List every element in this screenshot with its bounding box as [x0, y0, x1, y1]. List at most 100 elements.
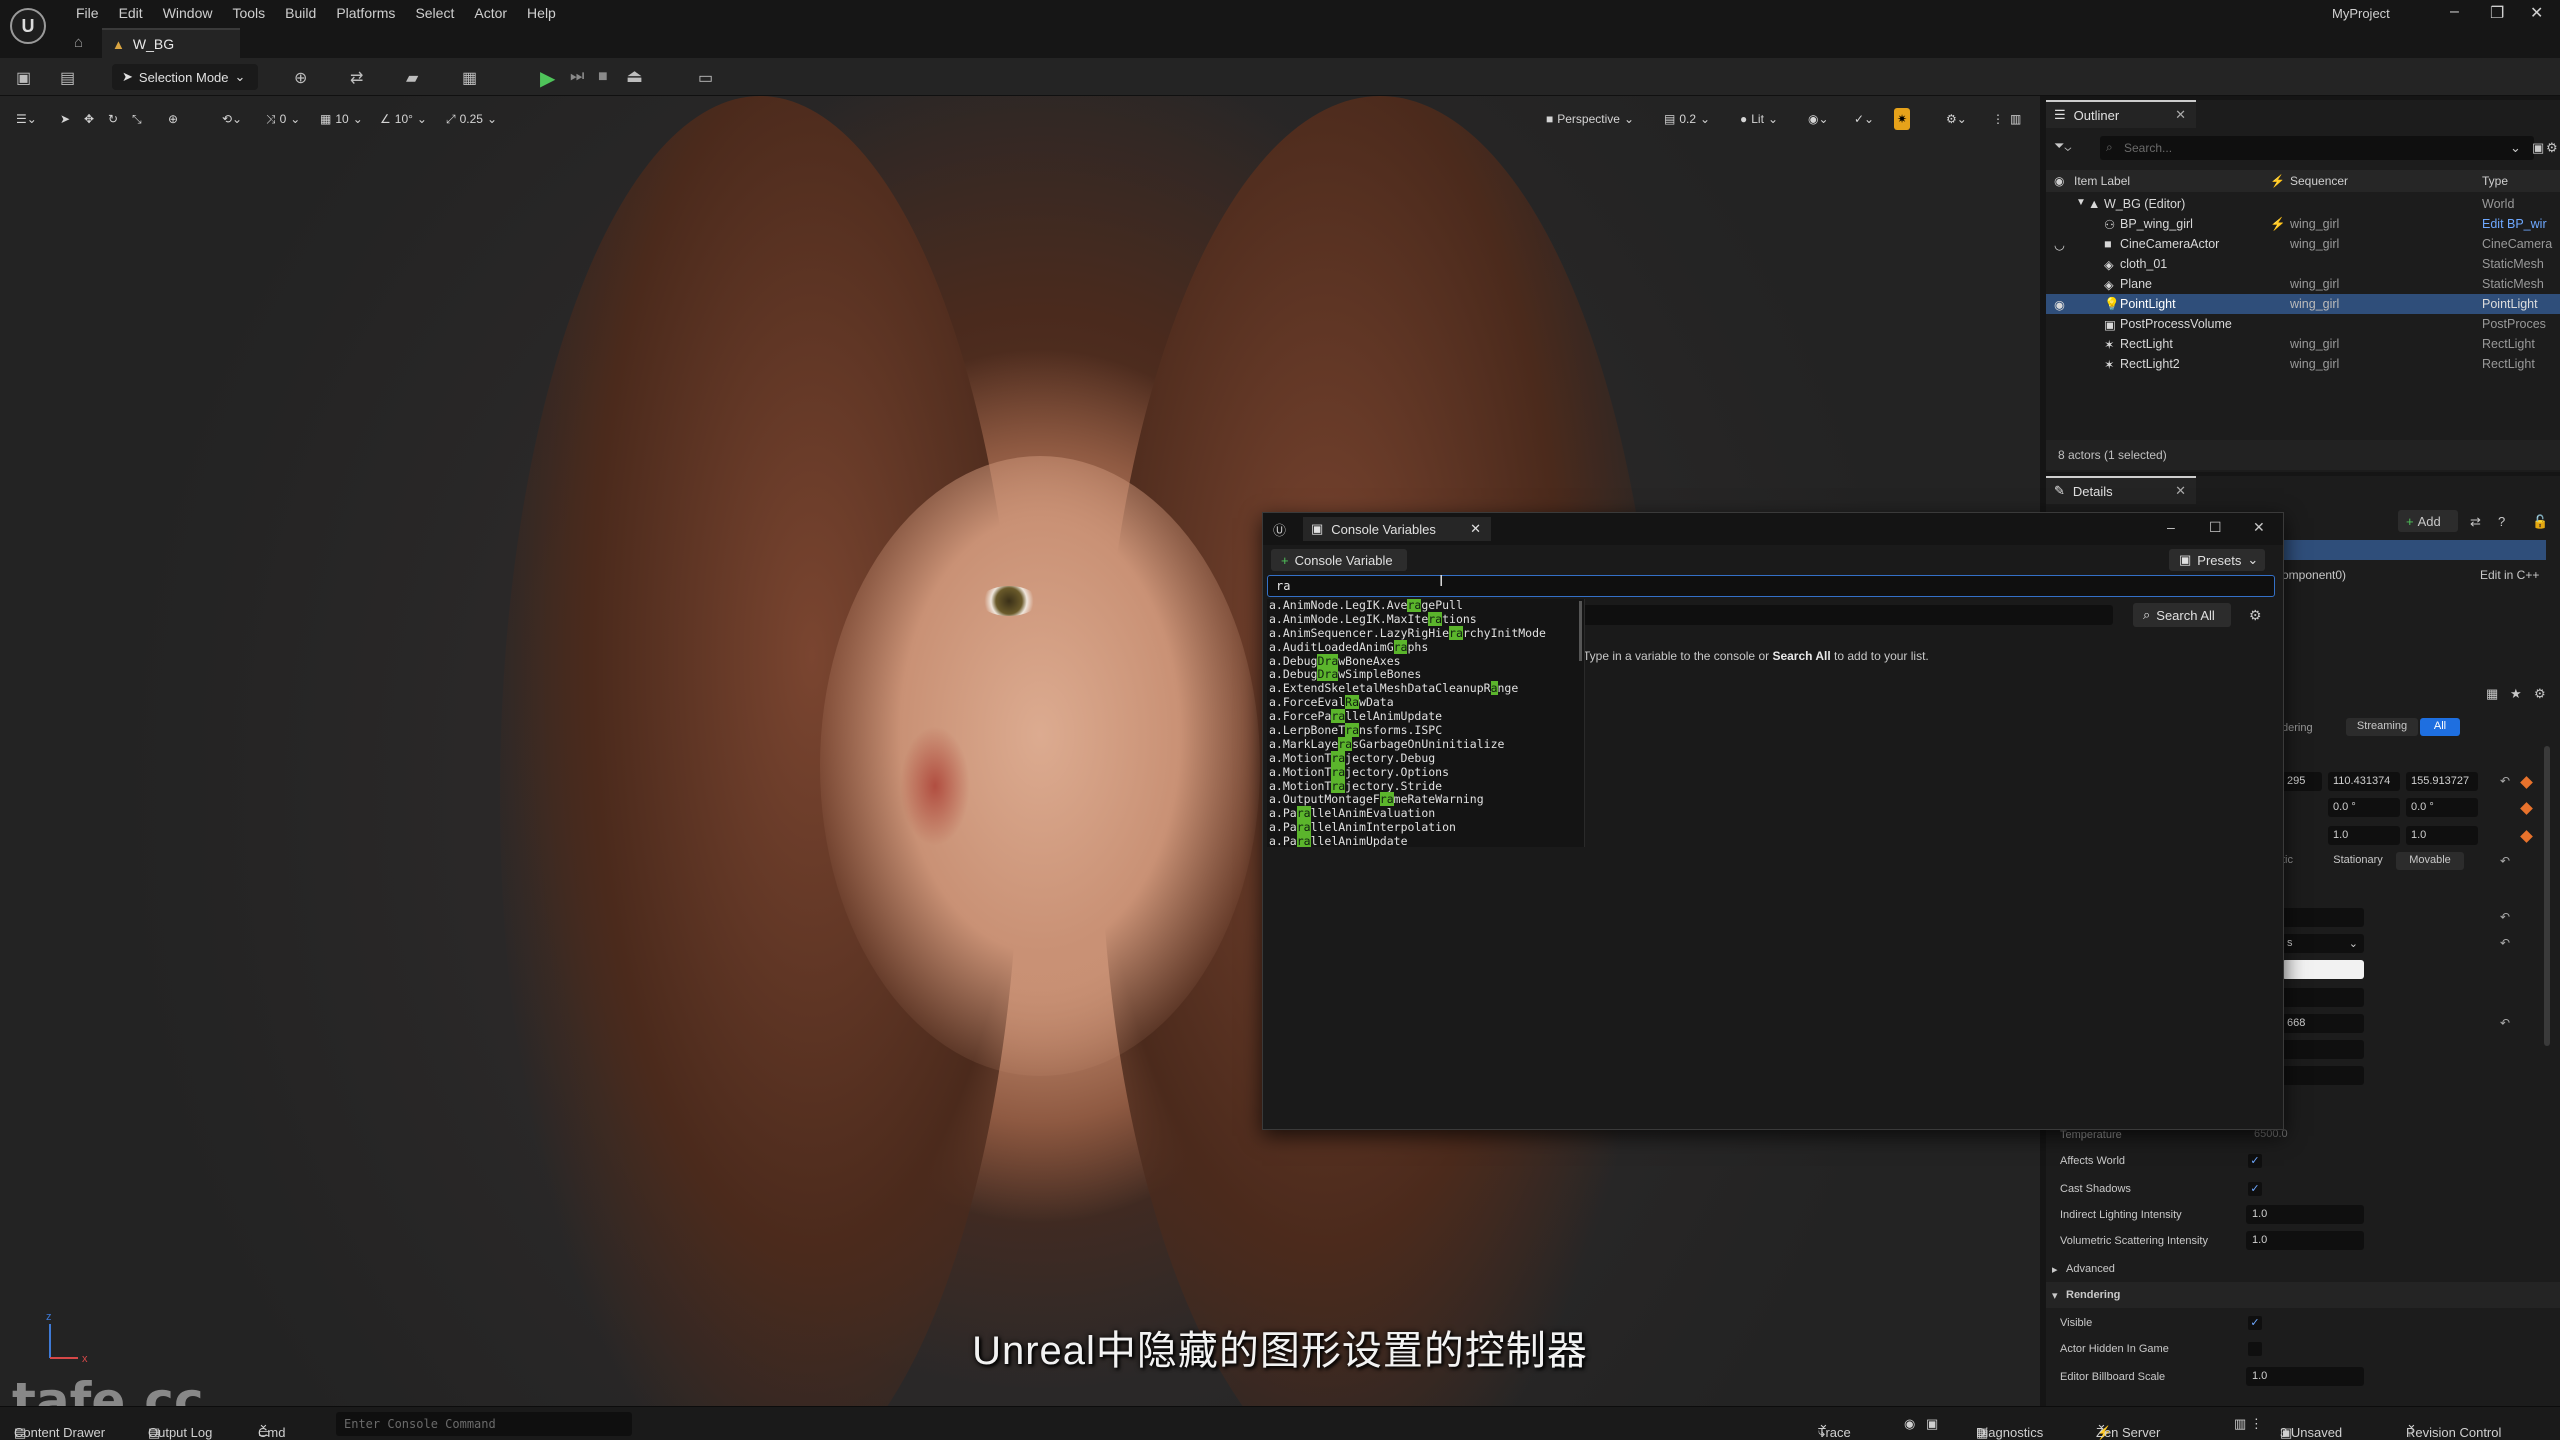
- details-tab[interactable]: ✎ Details ✕: [2046, 476, 2196, 504]
- add-component-button[interactable]: + Add: [2398, 510, 2458, 532]
- outliner-row[interactable]: ▼ ▲ W_BG (Editor) World: [2046, 194, 2560, 214]
- suggestion-item[interactable]: a.ForceEvalRawData: [1267, 695, 1584, 710]
- perspective-dropdown[interactable]: ■ Perspective ⌄: [1546, 108, 1634, 130]
- outliner-row[interactable]: ⚇ BP_wing_girl ⚡ wing_girl Edit BP_wir: [2046, 214, 2560, 234]
- property-dropdown[interactable]: s ⌄: [2282, 934, 2364, 953]
- suggestion-item[interactable]: a.OutputMontageFrameRateWarning: [1267, 792, 1584, 807]
- window-titlebar[interactable]: Ⓤ ▣ Console Variables ✕ – ☐ ✕: [1263, 513, 2283, 545]
- derived-data-icon[interactable]: ▥ ⋮: [2234, 1416, 2263, 1432]
- minimize-icon[interactable]: –: [2167, 519, 2175, 535]
- camera-speed[interactable]: ▤ 0.2 ⌄: [1664, 108, 1710, 130]
- play-icon[interactable]: ▶: [540, 66, 555, 91]
- blueprint-icon[interactable]: ⇄: [2470, 514, 2481, 530]
- suggestion-item[interactable]: a.ParallelAnimInterpolation: [1267, 820, 1584, 835]
- camera-capture-icon[interactable]: ▣: [1926, 1416, 1938, 1432]
- outliner-row[interactable]: ✶ RectLight wing_girl RectLight: [2046, 334, 2560, 354]
- checkbox[interactable]: [2248, 1342, 2262, 1356]
- viewport-more-icon[interactable]: ⋮: [1992, 108, 2004, 130]
- menu-window[interactable]: Window: [153, 5, 223, 21]
- menu-help[interactable]: Help: [517, 5, 566, 21]
- star-icon[interactable]: ★: [2510, 686, 2522, 702]
- content-icon[interactable]: ▤: [60, 68, 75, 88]
- grid-view-icon[interactable]: ▦: [2486, 686, 2498, 702]
- settings-icon[interactable]: ⚙: [2534, 686, 2546, 702]
- rotation-snap[interactable]: ∠ 10° ⌄: [380, 108, 427, 130]
- record-icon[interactable]: ◉: [1904, 1416, 1915, 1432]
- lock-icon[interactable]: 🔓: [2532, 514, 2548, 530]
- home-icon[interactable]: ⌂: [74, 34, 83, 51]
- property-value[interactable]: [2282, 1040, 2364, 1059]
- add-console-variable-button[interactable]: + Console Variable: [1271, 549, 1407, 571]
- selection-mode-dropdown[interactable]: ➤ Selection Mode ⌄: [112, 64, 258, 90]
- add-folder-icon[interactable]: ▣: [2532, 140, 2544, 156]
- search-all-button[interactable]: ⌕ Search All: [2133, 603, 2231, 627]
- filter-tab-streaming[interactable]: Streaming: [2346, 718, 2418, 736]
- mobility-stationary[interactable]: Stationary: [2324, 852, 2392, 870]
- platforms-icon[interactable]: ▦: [462, 68, 477, 88]
- suggestion-item[interactable]: a.MotionTrajectory.Debug: [1267, 750, 1584, 766]
- close-tab-icon[interactable]: ✕: [1470, 521, 1481, 537]
- checkbox[interactable]: ✓: [2248, 1154, 2262, 1168]
- suggestion-item[interactable]: a.MotionTrajectory.Stride: [1267, 778, 1584, 794]
- eject-icon[interactable]: ⏏: [626, 66, 643, 87]
- location-y[interactable]: 110.431374: [2328, 772, 2400, 791]
- outliner-search-input[interactable]: ⌕ Search...: [2100, 136, 2534, 160]
- scale-z[interactable]: 1.0: [2406, 826, 2478, 845]
- filter-tab-rendering[interactable]: dering: [2282, 722, 2313, 734]
- property-value[interactable]: [2282, 908, 2364, 927]
- suggestion-item[interactable]: a.DebugDrawSimpleBones: [1267, 667, 1584, 682]
- close-window-icon[interactable]: ✕: [2530, 3, 2543, 23]
- col-type[interactable]: Type: [2482, 174, 2508, 188]
- help-icon[interactable]: ?: [2498, 514, 2505, 529]
- rotation-z[interactable]: 0.0 °: [2406, 798, 2478, 817]
- row-type-link[interactable]: Edit BP_wir: [2482, 217, 2547, 231]
- unreal-logo-icon[interactable]: U: [10, 8, 46, 44]
- scale-snap[interactable]: ⤢ 0.25 ⌄: [446, 108, 497, 130]
- world-local-icon[interactable]: ⊕: [168, 108, 178, 130]
- viewport-layout-icon[interactable]: ▥: [2010, 108, 2021, 130]
- keyframe-icon[interactable]: [2520, 830, 2533, 843]
- revision-control-button[interactable]: ⑂ Revision Control ⌄: [2406, 1416, 2501, 1440]
- col-sequencer[interactable]: Sequencer: [2290, 174, 2348, 188]
- stop-icon[interactable]: ■: [598, 68, 608, 86]
- select-tool-icon[interactable]: ➤: [60, 108, 70, 130]
- outliner-row[interactable]: ◡ ■ CineCameraActor wing_girl CineCamera: [2046, 234, 2560, 254]
- lit-dropdown[interactable]: ● Lit ⌄: [1740, 108, 1778, 130]
- move-snap-count[interactable]: ⤨ 0 ⌄: [266, 108, 300, 130]
- visibility-icon[interactable]: ◉: [2054, 297, 2065, 312]
- close-icon[interactable]: ✕: [2175, 483, 2186, 499]
- component-selected-row[interactable]: [2282, 540, 2546, 560]
- minimize-icon[interactable]: –: [2450, 3, 2459, 21]
- close-window-icon[interactable]: ✕: [2253, 519, 2265, 536]
- suggestion-item[interactable]: a.AuditLoadedAnimGraphs: [1267, 639, 1584, 655]
- menu-file[interactable]: File: [66, 5, 109, 21]
- zen-server-button[interactable]: ⚡ Zen Server ⌄: [2096, 1416, 2160, 1440]
- blueprint-icon[interactable]: ⇄: [350, 68, 363, 88]
- suggestion-item[interactable]: a.DebugDrawBoneAxes: [1267, 653, 1584, 669]
- close-icon[interactable]: ✕: [2175, 107, 2186, 123]
- suggestion-item[interactable]: a.LerpBoneTransforms.ISPC: [1267, 723, 1584, 738]
- filter-icon[interactable]: ⏷⌄: [2054, 138, 2071, 154]
- menu-edit[interactable]: Edit: [109, 5, 153, 21]
- settings-icon[interactable]: ⚙: [2546, 140, 2558, 156]
- suggestion-item[interactable]: a.ParallelAnimUpdate: [1267, 834, 1584, 847]
- filter-tab-all[interactable]: All: [2420, 718, 2460, 736]
- reset-icon[interactable]: ↶: [2500, 910, 2510, 924]
- settings-gear-icon[interactable]: ⚙: [2249, 607, 2262, 624]
- list-filter-input[interactable]: [1581, 605, 2113, 625]
- outliner-row[interactable]: ✶ RectLight2 wing_girl RectLight: [2046, 354, 2560, 374]
- section-rendering[interactable]: ▾ Rendering: [2046, 1282, 2560, 1308]
- presets-dropdown[interactable]: ▣ Presets ⌄: [2169, 549, 2265, 571]
- menu-build[interactable]: Build: [275, 5, 326, 21]
- console-variables-tab[interactable]: ▣ Console Variables ✕: [1303, 517, 1491, 541]
- outliner-row[interactable]: ◈ cloth_01 StaticMesh: [2046, 254, 2560, 274]
- rotate-tool-icon[interactable]: ↻: [108, 108, 118, 130]
- suggestion-item[interactable]: a.AnimNode.LegIK.MaxIterations: [1267, 611, 1584, 627]
- show-flags-icon[interactable]: ◉⌄: [1808, 108, 1829, 130]
- grid-snap[interactable]: ▦ 10 ⌄: [320, 108, 363, 130]
- property-value[interactable]: 1.0: [2246, 1367, 2364, 1386]
- performance-icon[interactable]: ✓⌄: [1854, 108, 1874, 130]
- move-tool-icon[interactable]: ✥: [84, 108, 94, 130]
- chevron-down-icon[interactable]: ⌄: [2510, 140, 2521, 156]
- suggestion-item[interactable]: a.ExtendSkeletalMeshDataCleanupRange: [1267, 681, 1584, 696]
